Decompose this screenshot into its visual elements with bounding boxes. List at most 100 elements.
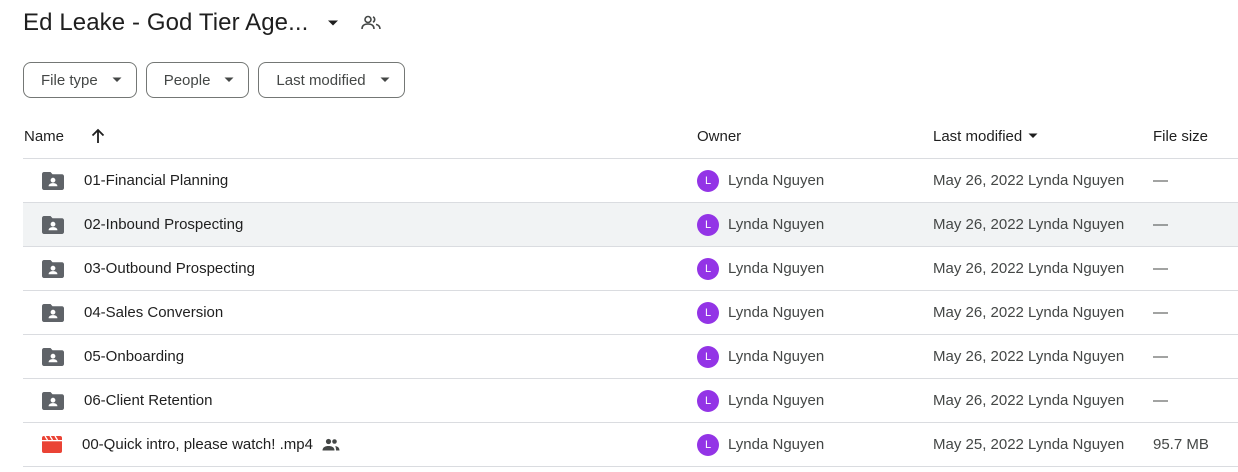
file-size: —	[1153, 304, 1168, 321]
owner-cell: L Lynda Nguyen	[697, 335, 824, 378]
owner-name: Lynda Nguyen	[728, 216, 825, 233]
file-size-column-header[interactable]: File size	[1153, 128, 1208, 145]
avatar: L	[697, 257, 719, 280]
column-label: Name	[24, 127, 65, 145]
sort-ascending-icon[interactable]	[91, 128, 105, 144]
file-name[interactable]: 06-Client Retention	[84, 392, 212, 409]
owner-name: Lynda Nguyen	[728, 260, 825, 277]
modified-text: May 26, 2022 Lynda Nguyen	[933, 348, 1125, 365]
avatar: L	[697, 389, 719, 412]
caret-down-icon	[224, 77, 234, 83]
filter-label: File type	[41, 71, 98, 89]
filter-bar: File type People Last modified	[23, 62, 405, 98]
owner-cell: L Lynda Nguyen	[697, 159, 824, 202]
table-row[interactable]: 06-Client Retention L Lynda Nguyen May 26, …	[23, 379, 1238, 423]
modified-text: May 26, 2022 Lynda Nguyen	[933, 260, 1125, 277]
last-modified-cell: May 25, 2022 Lynda Nguyen	[933, 423, 1124, 466]
shared-folder-icon	[42, 391, 64, 410]
caret-down-icon	[112, 77, 122, 83]
last-modified-column-header[interactable]: Last modified	[933, 128, 1038, 145]
name-cell: 06-Client Retention	[42, 379, 212, 422]
last-modified-cell: May 26, 2022 Lynda Nguyen	[933, 203, 1124, 246]
file-size-cell: —	[1153, 203, 1168, 246]
file-size: —	[1153, 392, 1168, 409]
file-name[interactable]: 01-Financial Planning	[84, 172, 228, 189]
name-cell: 03-Outbound Prospecting	[42, 247, 255, 290]
owner-name: Lynda Nguyen	[728, 436, 825, 453]
file-size-cell: —	[1153, 247, 1168, 290]
name-column-header[interactable]: Name	[24, 128, 105, 145]
owner-name: Lynda Nguyen	[728, 304, 825, 321]
file-name[interactable]: 00-Quick intro, please watch! .mp4	[82, 436, 313, 453]
folder-header: Ed Leake - God Tier Age...	[23, 6, 382, 40]
file-size: 95.7 MB	[1153, 436, 1209, 453]
table-row[interactable]: 04-Sales Conversion L Lynda Nguyen May 26, …	[23, 291, 1238, 335]
modified-text: May 25, 2022 Lynda Nguyen	[933, 436, 1125, 453]
file-size-cell: —	[1153, 159, 1168, 202]
table-row[interactable]: 05-Onboarding L Lynda Nguyen May 26, 2022 L…	[23, 335, 1238, 379]
modified-text: May 26, 2022 Lynda Nguyen	[933, 304, 1125, 321]
owner-name: Lynda Nguyen	[728, 348, 825, 365]
table-body: 01-Financial Planning L Lynda Nguyen May 26…	[23, 159, 1238, 467]
file-size: —	[1153, 348, 1168, 365]
file-size-cell: —	[1153, 335, 1168, 378]
owner-cell: L Lynda Nguyen	[697, 247, 824, 290]
filter-label: Last modified	[276, 71, 366, 89]
shared-folder-icon	[42, 215, 64, 234]
column-label: File size	[1153, 127, 1209, 145]
file-size-cell: —	[1153, 291, 1168, 334]
owner-name: Lynda Nguyen	[728, 172, 825, 189]
modified-text: May 26, 2022 Lynda Nguyen	[933, 392, 1125, 409]
last-modified-cell: May 26, 2022 Lynda Nguyen	[933, 379, 1124, 422]
last-modified-cell: May 26, 2022 Lynda Nguyen	[933, 335, 1124, 378]
file-size: —	[1153, 172, 1168, 189]
column-label: Owner	[697, 127, 742, 145]
avatar: L	[697, 301, 719, 324]
shared-folder-icon	[42, 347, 64, 366]
file-type-filter[interactable]: File type	[23, 62, 137, 98]
file-name[interactable]: 03-Outbound Prospecting	[84, 260, 255, 277]
table-row[interactable]: 00-Quick intro, please watch! .mp4 L Lynda…	[23, 423, 1238, 467]
file-name[interactable]: 05-Onboarding	[84, 348, 184, 365]
video-file-icon	[42, 436, 62, 453]
last-modified-filter[interactable]: Last modified	[258, 62, 405, 98]
column-label: Last modified	[933, 127, 1023, 145]
name-cell: 04-Sales Conversion	[42, 291, 223, 334]
avatar: L	[697, 433, 719, 456]
filter-label: People	[163, 71, 211, 89]
owner-cell: L Lynda Nguyen	[697, 203, 824, 246]
name-cell: 01-Financial Planning	[42, 159, 228, 202]
avatar: L	[697, 213, 719, 236]
last-modified-cell: May 26, 2022 Lynda Nguyen	[933, 159, 1124, 202]
people-filter[interactable]: People	[145, 62, 250, 98]
owner-cell: L Lynda Nguyen	[697, 291, 824, 334]
owner-name: Lynda Nguyen	[728, 392, 825, 409]
table-header: Name Owner Last modified File size	[23, 114, 1238, 159]
file-name[interactable]: 02-Inbound Prospecting	[84, 216, 243, 233]
last-modified-cell: May 26, 2022 Lynda Nguyen	[933, 247, 1124, 290]
name-cell: 00-Quick intro, please watch! .mp4	[42, 423, 340, 466]
table-row[interactable]: 02-Inbound Prospecting L Lynda Nguyen May 2…	[23, 203, 1238, 247]
folder-title[interactable]: Ed Leake - God Tier Age...	[23, 9, 308, 37]
table-row[interactable]: 01-Financial Planning L Lynda Nguyen May 26…	[23, 159, 1238, 203]
file-list: Name Owner Last modified File size 01-Fi…	[23, 114, 1238, 467]
shared-folder-icon	[42, 259, 64, 278]
file-size-cell: —	[1153, 379, 1168, 422]
file-size: —	[1153, 260, 1168, 277]
table-row[interactable]: 03-Outbound Prospecting L Lynda Nguyen May …	[23, 247, 1238, 291]
modified-text: May 26, 2022 Lynda Nguyen	[933, 172, 1125, 189]
avatar: L	[697, 169, 719, 192]
shared-folder-icon	[42, 171, 64, 190]
avatar: L	[697, 345, 719, 368]
name-cell: 05-Onboarding	[42, 335, 184, 378]
file-size-cell: 95.7 MB	[1153, 423, 1209, 466]
shared-folder-icon	[42, 303, 64, 322]
caret-down-icon	[1028, 133, 1038, 139]
owner-column-header[interactable]: Owner	[697, 128, 741, 145]
name-cell: 02-Inbound Prospecting	[42, 203, 243, 246]
shared-people-icon[interactable]	[360, 12, 382, 34]
caret-down-icon[interactable]	[322, 12, 344, 34]
file-size: —	[1153, 216, 1168, 233]
file-name[interactable]: 04-Sales Conversion	[84, 304, 223, 321]
last-modified-cell: May 26, 2022 Lynda Nguyen	[933, 291, 1124, 334]
